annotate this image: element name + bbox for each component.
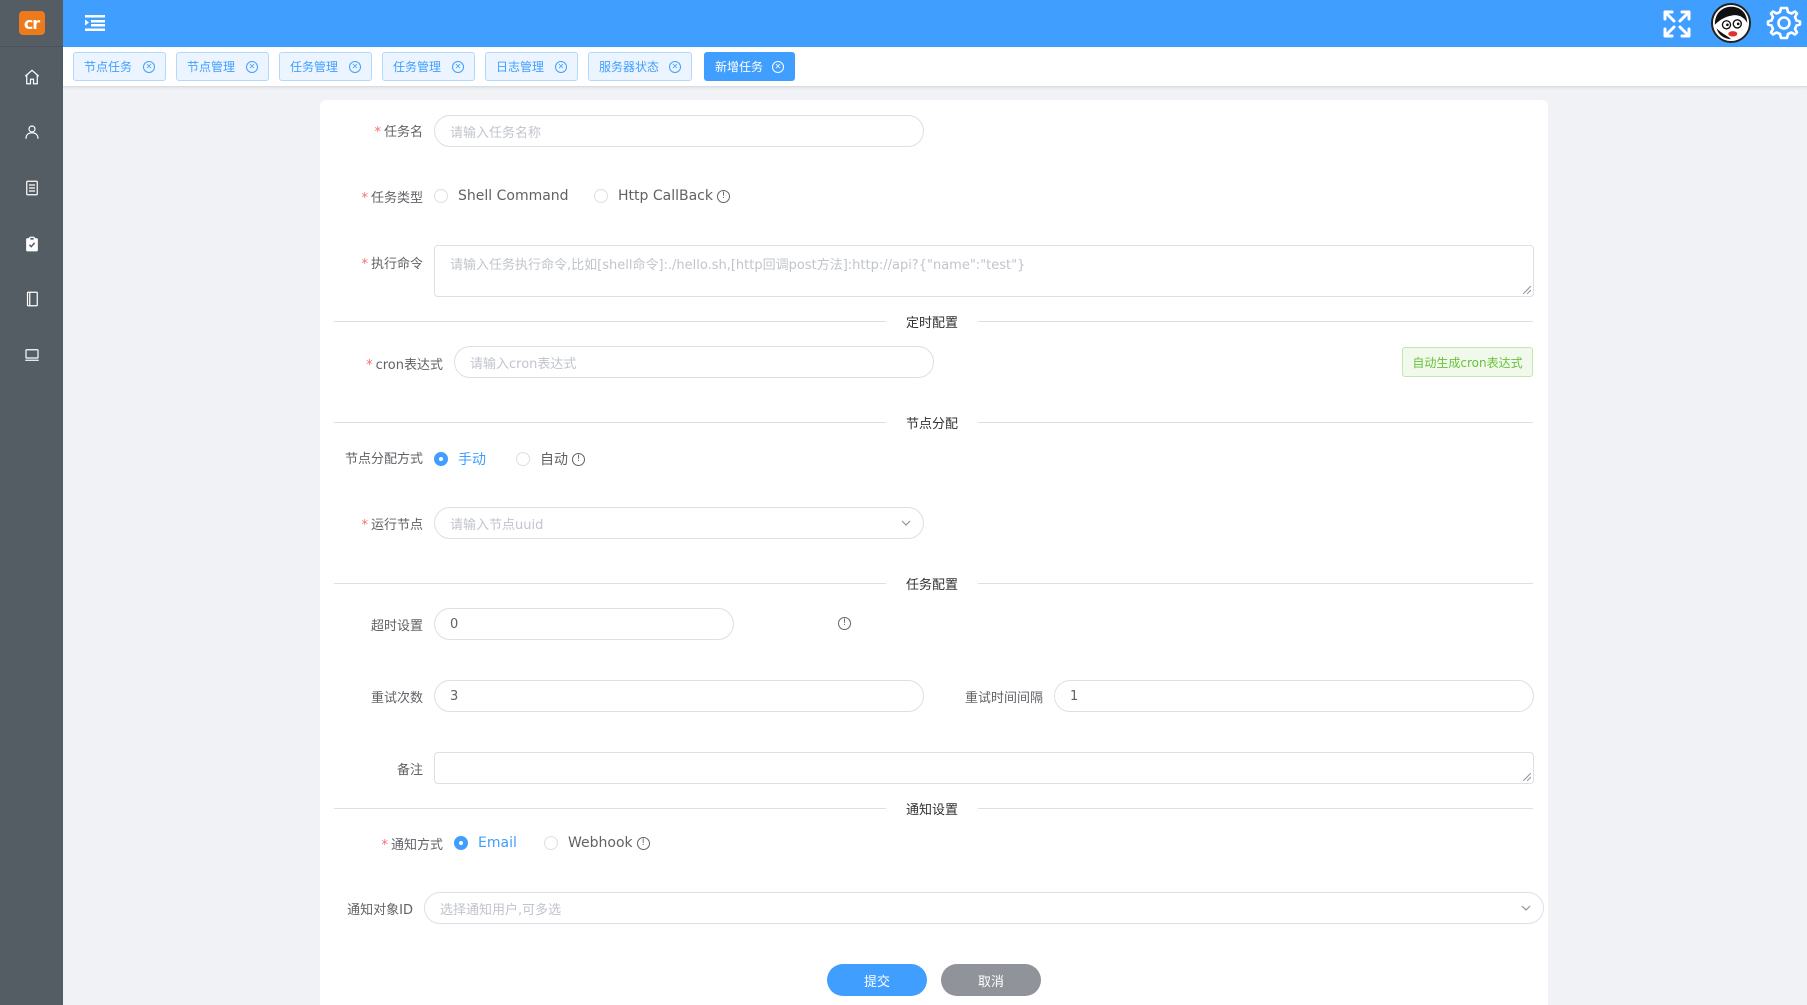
gear-icon — [1766, 6, 1802, 40]
tag-label: 任务管理 — [290, 60, 339, 74]
close-icon[interactable]: ✕ — [669, 61, 681, 73]
notebook-icon — [26, 291, 38, 307]
tag-label: 任务管理 — [393, 60, 442, 74]
fullscreen-button[interactable] — [1662, 9, 1692, 39]
tag-task-manage[interactable]: 任务管理 ✕ — [279, 52, 372, 81]
sidebar: cr — [0, 0, 63, 1005]
notify-target-label: 通知对象ID — [347, 903, 413, 918]
tag-node-manage[interactable]: 节点管理 ✕ — [176, 52, 269, 81]
retry-count-input[interactable]: 3 — [434, 680, 924, 712]
sidebar-item-notebook[interactable] — [0, 271, 63, 327]
tag-task-manage-2[interactable]: 任务管理 ✕ — [382, 52, 475, 81]
close-icon[interactable]: ✕ — [143, 61, 155, 73]
form-card — [320, 100, 1548, 1005]
task-type-label: * 任务类型 — [361, 191, 423, 206]
section-node-title: 节点分配 — [886, 413, 979, 432]
command-label: * 执行命令 — [361, 257, 423, 272]
document-icon — [25, 180, 38, 196]
info-icon: ! — [572, 452, 585, 466]
node-mode-label: 节点分配方式 — [344, 452, 423, 467]
close-icon[interactable]: ✕ — [349, 61, 361, 73]
node-mode-auto-radio[interactable]: 自动! — [516, 449, 585, 469]
logo-mark: cr — [18, 11, 45, 35]
notify-mode-webhook-radio[interactable]: Webhook! — [544, 835, 650, 851]
resize-handle-icon[interactable] — [1523, 286, 1531, 294]
fullscreen-icon — [1663, 10, 1691, 38]
user-icon — [24, 125, 39, 139]
user-avatar[interactable] — [1711, 3, 1751, 43]
task-name-label: * 任务名 — [374, 125, 423, 140]
menu-fold-icon — [85, 15, 105, 31]
task-name-input[interactable]: 请输入任务名称 — [434, 115, 924, 147]
cron-label: * cron表达式 — [366, 358, 443, 373]
chevron-down-icon — [901, 520, 911, 526]
tag-label: 日志管理 — [496, 60, 545, 74]
submit-button[interactable]: 提交 — [827, 964, 927, 996]
notify-mode-label: * 通知方式 — [381, 838, 443, 853]
sidebar-item-monitor[interactable] — [0, 327, 63, 383]
chevron-down-icon — [1521, 905, 1531, 911]
tags-view: 节点任务 ✕ 节点管理 ✕ 任务管理 ✕ 任务管理 ✕ 日志管理 ✕ 服务器状态… — [63, 47, 1807, 87]
tag-new-task[interactable]: 新增任务 ✕ — [704, 52, 795, 81]
logo[interactable]: cr — [0, 0, 63, 47]
tag-log-manage[interactable]: 日志管理 ✕ — [485, 52, 578, 81]
clipboard-check-icon — [25, 236, 38, 252]
timeout-label: 超时设置 — [370, 619, 423, 634]
tag-server-status[interactable]: 服务器状态 ✕ — [588, 52, 692, 81]
task-type-http-radio[interactable]: Http CallBack! — [594, 188, 730, 204]
close-icon[interactable]: ✕ — [555, 61, 567, 73]
section-task-title: 任务配置 — [886, 574, 979, 593]
cron-input[interactable]: 请输入cron表达式 — [454, 346, 934, 378]
top-header — [63, 0, 1807, 47]
tag-node-task[interactable]: 节点任务 ✕ — [73, 52, 166, 81]
sidebar-item-home[interactable] — [0, 49, 63, 105]
notify-target-select[interactable]: 选择通知用户,可多选 — [424, 892, 1544, 924]
retry-interval-input[interactable]: 1 — [1054, 680, 1534, 712]
section-notify-title: 通知设置 — [886, 799, 979, 818]
section-timer-title: 定时配置 — [886, 312, 979, 331]
tag-label: 节点管理 — [187, 60, 236, 74]
home-icon — [24, 69, 39, 85]
resize-handle-icon[interactable] — [1523, 773, 1531, 781]
menu-toggle-button[interactable] — [85, 14, 105, 32]
sidebar-item-tasks[interactable] — [0, 216, 63, 272]
node-mode-manual-radio[interactable]: 手动 — [434, 449, 486, 469]
sidebar-item-user[interactable] — [0, 104, 63, 160]
info-icon: ! — [716, 189, 730, 203]
close-icon[interactable]: ✕ — [452, 61, 464, 73]
close-icon[interactable]: ✕ — [772, 61, 784, 73]
settings-button[interactable] — [1766, 5, 1802, 41]
monitor-icon — [24, 349, 39, 361]
remark-textarea[interactable] — [434, 752, 1534, 784]
tag-label: 新增任务 — [715, 60, 764, 74]
avatar-image — [1713, 5, 1749, 41]
cancel-button[interactable]: 取消 — [941, 964, 1041, 996]
auto-cron-button[interactable]: 自动生成cron表达式 — [1402, 347, 1533, 377]
close-icon[interactable]: ✕ — [246, 61, 258, 73]
timeout-info-icon: ! — [838, 617, 851, 630]
sidebar-item-document[interactable] — [0, 160, 63, 216]
notify-mode-email-radio[interactable]: Email — [454, 835, 517, 851]
run-node-select[interactable]: 请输入节点uuid — [434, 507, 924, 539]
tag-label: 节点任务 — [84, 60, 133, 74]
info-icon: ! — [636, 836, 650, 850]
retry-interval-label: 重试时间间隔 — [964, 691, 1043, 706]
command-textarea[interactable]: 请输入任务执行命令,比如[shell命令]:./hello.sh,[http回调… — [434, 245, 1534, 297]
remark-label: 备注 — [396, 763, 423, 778]
retry-count-label: 重试次数 — [370, 691, 423, 706]
tag-label: 服务器状态 — [599, 60, 660, 74]
task-type-shell-radio[interactable]: Shell Command — [434, 188, 569, 204]
timeout-input[interactable]: 0 — [434, 608, 734, 640]
run-node-label: * 运行节点 — [361, 518, 423, 533]
